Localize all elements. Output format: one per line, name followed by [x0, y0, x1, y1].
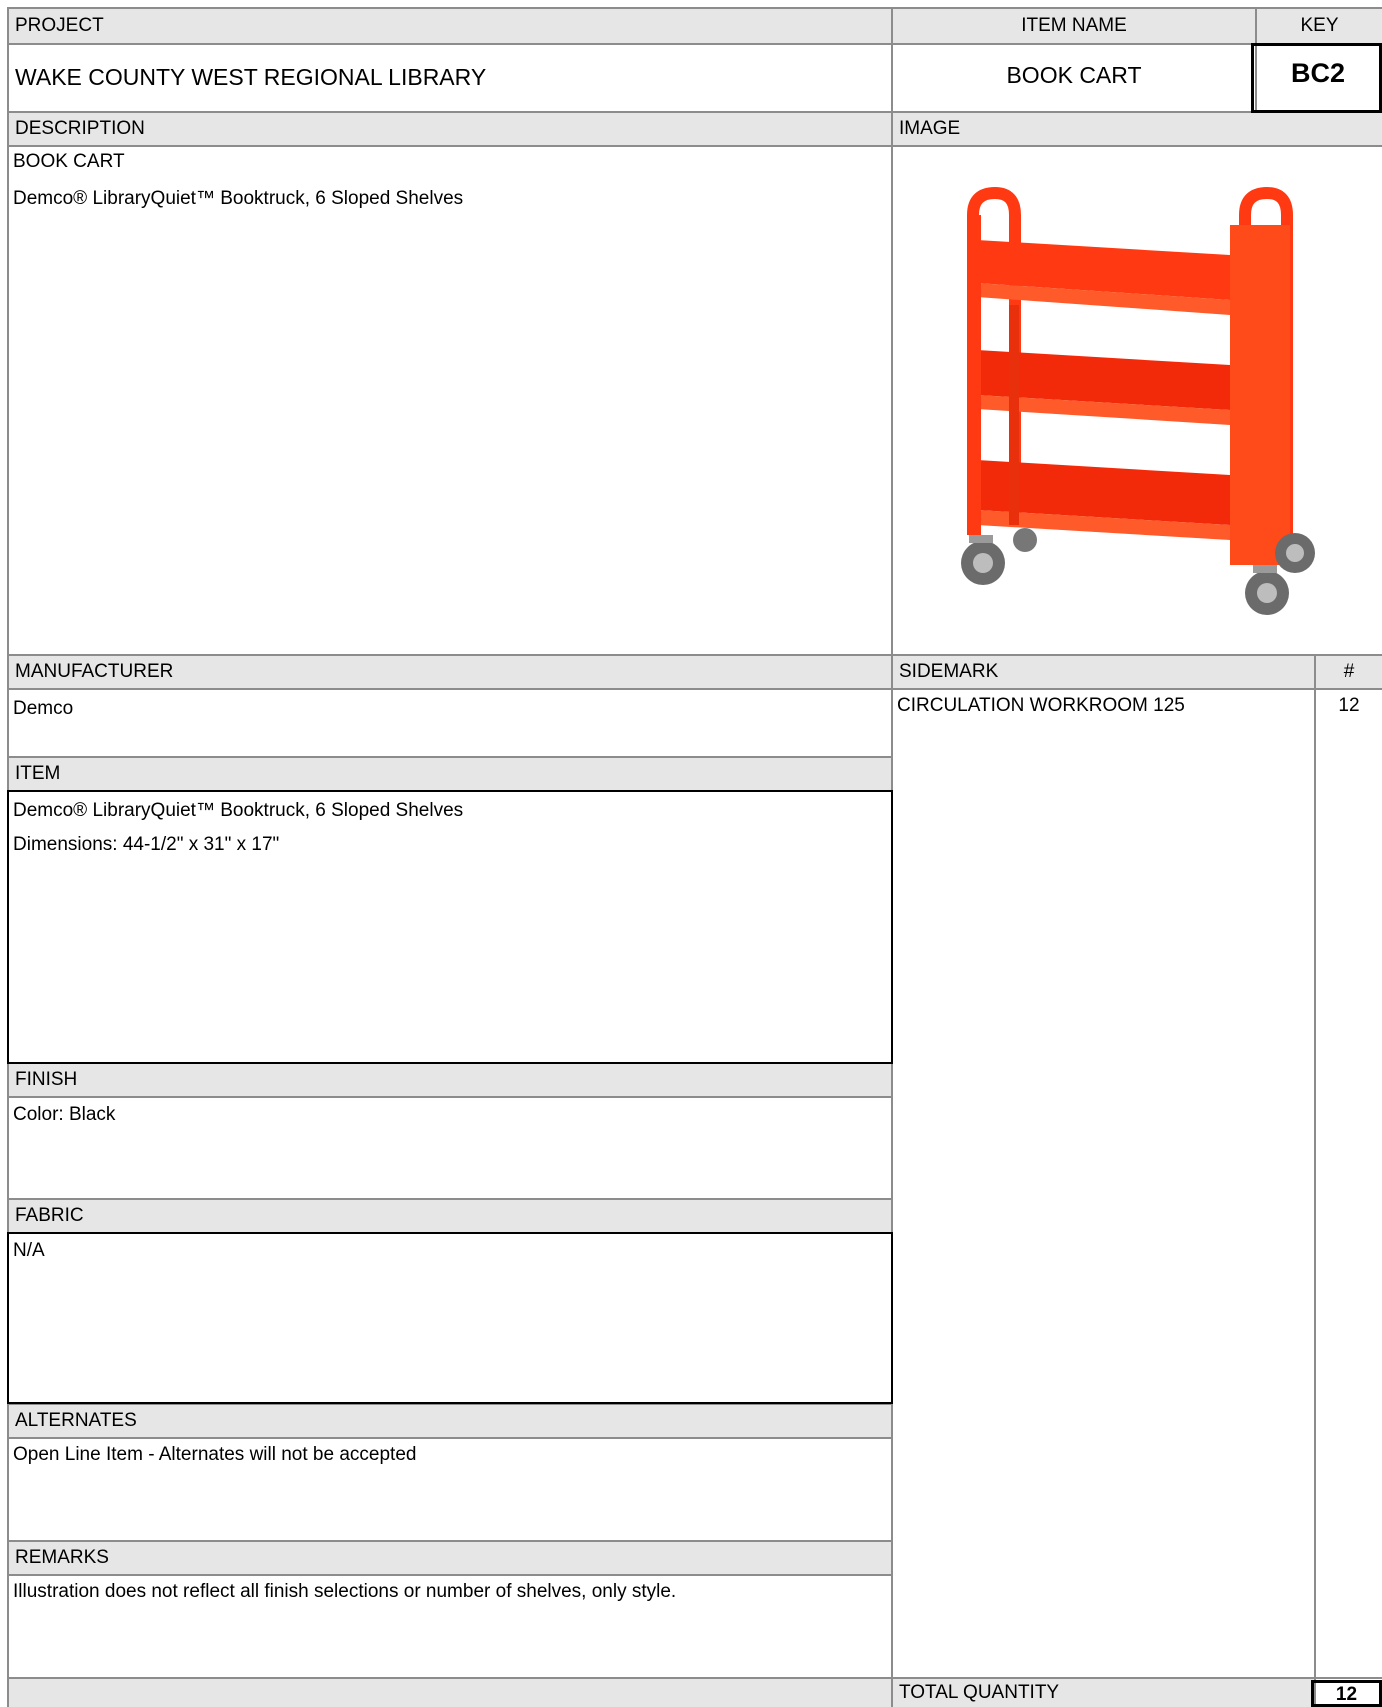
- alternates-label: ALTERNATES: [9, 1405, 891, 1437]
- key-value: BC2: [1290, 58, 1345, 88]
- description-line-2: Demco® LibraryQuiet™ Booktruck, 6 Sloped…: [13, 188, 464, 209]
- project-value: WAKE COUNTY WEST REGIONAL LIBRARY: [15, 64, 487, 90]
- image-label: IMAGE: [893, 113, 1382, 145]
- rule: [7, 1096, 893, 1098]
- rule: [7, 1574, 893, 1576]
- rule: [7, 1198, 893, 1200]
- sidemark-value: CIRCULATION WORKROOM 125: [897, 695, 1185, 716]
- manufacturer-label: MANUFACTURER: [9, 656, 891, 688]
- sidemark-count-label: #: [1316, 656, 1382, 688]
- finish-value: Color: Black: [13, 1104, 116, 1125]
- cart-inner-post: [1009, 305, 1019, 525]
- key-label: KEY: [1257, 9, 1382, 43]
- rule: [7, 756, 893, 758]
- total-quantity-value: 12: [1335, 1684, 1358, 1705]
- rule: [7, 654, 1382, 656]
- description-label: DESCRIPTION: [9, 113, 891, 145]
- total-quantity-label: TOTAL QUANTITY: [893, 1679, 1314, 1707]
- rule: [7, 111, 1382, 113]
- cart-side-panel: [1230, 225, 1290, 565]
- alternates-value: Open Line Item - Alternates will not be …: [13, 1444, 417, 1465]
- project-label: PROJECT: [9, 9, 891, 43]
- rule: [1314, 654, 1316, 1707]
- rule: [7, 7, 1382, 9]
- item-name-label: ITEM NAME: [893, 9, 1255, 43]
- sidemark-label: SIDEMARK: [893, 656, 1314, 688]
- rule: [7, 145, 1382, 147]
- sidemark-count: 12: [1338, 695, 1360, 716]
- cart-left-post: [967, 215, 981, 535]
- rule: [7, 1437, 893, 1439]
- fabric-label: FABRIC: [9, 1200, 891, 1232]
- remarks-label: REMARKS: [9, 1542, 891, 1574]
- remarks-value: Illustration does not reflect all finish…: [13, 1581, 677, 1602]
- item-label: ITEM: [9, 758, 891, 790]
- item-box: [7, 790, 893, 1064]
- rule: [7, 43, 1382, 45]
- rule: [7, 1540, 893, 1542]
- fabric-box: [7, 1232, 893, 1404]
- footer-blank: [9, 1679, 891, 1707]
- finish-label: FINISH: [9, 1064, 891, 1096]
- manufacturer-value: Demco: [13, 698, 74, 719]
- rule: [7, 688, 1382, 690]
- description-line-1: BOOK CART: [13, 151, 125, 172]
- book-cart-image: [961, 187, 1315, 615]
- item-name-value: BOOK CART: [1006, 62, 1142, 88]
- rule: [7, 1677, 1382, 1679]
